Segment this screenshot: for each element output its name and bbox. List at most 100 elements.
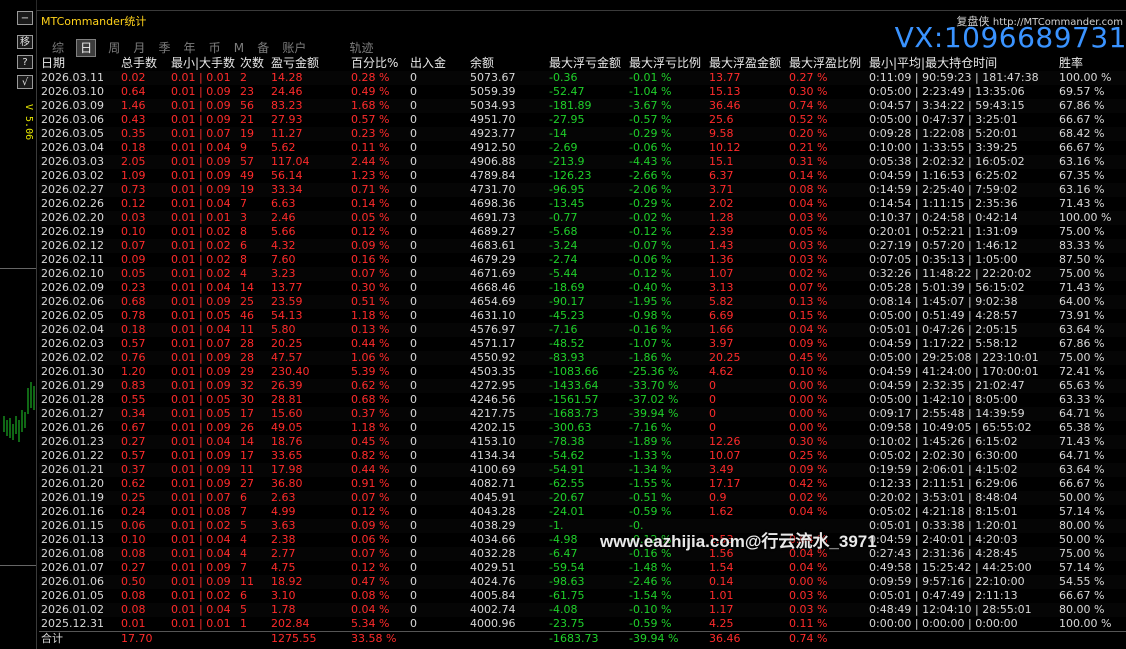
table-row[interactable]: 2026.02.11 0.09 0.01 | 0.02 8 7.60 0.16 % 0 467… — [39, 253, 1126, 267]
table-row[interactable]: 2026.01.20 0.62 0.01 | 0.09 27 36.80 0.91 % 0 4… — [39, 477, 1126, 491]
table-row[interactable]: 2026.02.09 0.23 0.01 | 0.04 14 13.77 0.30 % 0 4… — [39, 281, 1126, 295]
table-cell: -0.07 % — [627, 239, 707, 253]
table-row[interactable]: 2026.02.03 0.57 0.01 | 0.07 28 20.25 0.44 % 0 4… — [39, 337, 1126, 351]
tab-year[interactable]: 年 — [183, 40, 197, 56]
col-max-float-profit[interactable]: 最大浮盈金额 — [707, 55, 787, 71]
table-cell: 0.00 % — [787, 379, 867, 393]
table-cell: 2026.01.02 — [39, 603, 119, 617]
table-cell: 0.14 % — [789, 169, 828, 182]
table-row[interactable]: 2026.01.15 0.06 0.01 | 0.02 5 3.63 0.09 % 0 403… — [39, 519, 1126, 533]
col-balance[interactable]: 余额 — [468, 55, 547, 71]
table-row[interactable]: 2026.01.30 1.20 0.01 | 0.09 29 230.40 5.39 % 0… — [39, 365, 1126, 379]
col-percent[interactable]: 百分比% — [349, 55, 408, 71]
col-win-rate[interactable]: 胜率 — [1057, 55, 1126, 71]
table-row[interactable]: 2026.03.05 0.35 0.01 | 0.07 19 11.27 0.23 % 0 4… — [39, 127, 1126, 141]
table-row[interactable]: 2026.01.07 0.27 0.01 | 0.09 7 4.75 0.12 % 0 402… — [39, 561, 1126, 575]
table-cell: 0.74 % — [787, 631, 867, 646]
table-cell: 11 — [238, 463, 269, 477]
table-row[interactable]: 2026.01.19 0.25 0.01 | 0.07 6 2.63 0.07 % 0 404… — [39, 491, 1126, 505]
tab-week[interactable]: 周 — [107, 40, 121, 56]
table-cell: 28 — [238, 351, 269, 365]
table-cell: 2026.02.11 — [41, 253, 104, 266]
table-cell: -1083.66 — [549, 365, 599, 378]
table-row[interactable]: 2026.01.28 0.55 0.01 | 0.05 30 28.81 0.68 % 0 4… — [39, 393, 1126, 407]
table-cell: 202.84 — [271, 617, 310, 630]
col-profit[interactable]: 盈亏金额 — [269, 55, 349, 71]
help-button[interactable]: ? — [17, 55, 33, 69]
table-row[interactable]: 2026.01.13 0.10 0.01 | 0.04 4 2.38 0.06 % 0 403… — [39, 533, 1126, 547]
table-cell: -2.74 — [549, 253, 578, 266]
table-cell: 1.20 — [121, 365, 146, 378]
table-row[interactable]: 2026.03.02 1.09 0.01 | 0.09 49 56.14 1.23 % 0 4… — [39, 169, 1126, 183]
table-row[interactable]: 2026.02.05 0.78 0.01 | 0.05 46 54.13 1.18 % 0 4… — [39, 309, 1126, 323]
table-cell: -1683.73 — [547, 631, 627, 646]
table-cell: 0.50 — [119, 575, 169, 589]
table-row[interactable]: 2026.03.10 0.64 0.01 | 0.09 23 24.46 0.49 % 0 5… — [39, 85, 1126, 99]
table-cell: 0:09:59 | 9:57:16 | 22:10:00 — [867, 575, 1057, 589]
col-deposit[interactable]: 出入金 — [408, 55, 468, 71]
table-cell: 3.10 — [271, 589, 296, 602]
col-count[interactable]: 次数 — [238, 55, 269, 71]
table-cell: 0.01 | 0.04 — [169, 323, 238, 337]
table-row[interactable]: 2026.01.16 0.24 0.01 | 0.08 7 4.99 0.12 % 0 404… — [39, 505, 1126, 519]
table-row[interactable]: 2026.02.19 0.10 0.01 | 0.02 8 5.66 0.12 % 0 468… — [39, 225, 1126, 239]
total-row[interactable]: 合计 17.70 1275.55 33.58 % -1683.73 -39.94 % 36.… — [39, 631, 1126, 646]
table-cell: 2026.01.13 — [41, 533, 104, 546]
table-row[interactable]: 2026.01.26 0.67 0.01 | 0.09 26 49.05 1.18 % 0 4… — [39, 421, 1126, 435]
table-cell: -1.55 % — [629, 477, 672, 490]
table-cell: 0 — [408, 379, 468, 393]
table-cell: 0.01 | 0.07 — [169, 127, 238, 141]
table-row[interactable]: 2026.03.09 1.46 0.01 | 0.09 56 83.23 1.68 % 0 5… — [39, 99, 1126, 113]
table-cell: 4683.61 — [468, 239, 547, 253]
table-cell: 46 — [240, 309, 254, 322]
table-row[interactable]: 2026.02.27 0.73 0.01 | 0.09 19 33.34 0.71 % 0 4… — [39, 183, 1126, 197]
tab-month[interactable]: 月 — [132, 40, 146, 56]
table-row[interactable]: 2026.01.23 0.27 0.01 | 0.04 14 18.76 0.45 % 0 4… — [39, 435, 1126, 449]
col-date[interactable]: 日期 — [39, 55, 119, 71]
table-row[interactable]: 2026.01.29 0.83 0.01 | 0.09 32 26.39 0.62 % 0 4… — [39, 379, 1126, 393]
tab-magic[interactable]: M — [233, 40, 245, 56]
table-row[interactable]: 2026.02.12 0.07 0.01 | 0.02 6 4.32 0.09 % 0 468… — [39, 239, 1126, 253]
table-row[interactable]: 2026.01.02 0.08 0.01 | 0.04 5 1.78 0.04 % 0 400… — [39, 603, 1126, 617]
tab-quarter[interactable]: 季 — [157, 40, 171, 56]
table-row[interactable]: 2026.01.06 0.50 0.01 | 0.09 11 18.92 0.47 % 0 4… — [39, 575, 1126, 589]
table-row[interactable]: 2026.01.22 0.57 0.01 | 0.09 17 33.65 0.82 % 0 4… — [39, 449, 1126, 463]
table-cell: 2.77 — [269, 547, 349, 561]
col-max-float-profit-pct[interactable]: 最大浮盈比例 — [787, 55, 867, 71]
table-row[interactable]: 2026.03.11 0.02 0.01 | 0.01 2 14.28 0.28 % 0 50… — [39, 71, 1126, 85]
table-row[interactable]: 2026.03.04 0.18 0.01 | 0.04 9 5.62 0.11 % 0 491… — [39, 141, 1126, 155]
table-row[interactable]: 2026.01.05 0.08 0.01 | 0.02 6 3.10 0.08 % 0 400… — [39, 589, 1126, 603]
table-row[interactable]: 2025.12.31 0.01 0.01 | 0.01 1 202.84 5.34 % 0 4… — [39, 617, 1126, 632]
table-cell: 8 — [240, 253, 247, 266]
table-cell: 0.35 — [119, 127, 169, 141]
tab-account[interactable]: 账户 — [281, 40, 307, 56]
table-row[interactable]: 2026.02.02 0.76 0.01 | 0.09 28 47.57 1.06 % 0 4… — [39, 351, 1126, 365]
table-row[interactable]: 2026.01.27 0.34 0.01 | 0.05 17 15.60 0.37 % 0 4… — [39, 407, 1126, 421]
tab-overview[interactable]: 综 — [51, 40, 65, 56]
table-row[interactable]: 2026.02.26 0.12 0.01 | 0.04 7 6.63 0.14 % 0 469… — [39, 197, 1126, 211]
table-row[interactable]: 2026.03.06 0.43 0.01 | 0.09 21 27.93 0.57 % 0 4… — [39, 113, 1126, 127]
table-row[interactable]: 2026.02.10 0.05 0.01 | 0.02 4 3.23 0.07 % 0 467… — [39, 267, 1126, 281]
table-row[interactable]: 2026.02.04 0.18 0.01 | 0.04 11 5.80 0.13 % 0 45… — [39, 323, 1126, 337]
table-row[interactable]: 2026.03.03 2.05 0.01 | 0.09 57 117.04 2.44 % 0… — [39, 155, 1126, 169]
col-hold-time[interactable]: 最小|平均|最大持仓时间 — [867, 55, 1057, 71]
table-cell: -0.98 % — [629, 309, 672, 322]
col-total-lots[interactable]: 总手数 — [119, 55, 169, 71]
minimize-button[interactable]: − — [17, 11, 33, 25]
table-row[interactable]: 2026.01.21 0.37 0.01 | 0.09 11 17.98 0.44 % 0 4… — [39, 463, 1126, 477]
table-row[interactable]: 2026.02.06 0.68 0.01 | 0.09 25 23.59 0.51 % 0 4… — [39, 295, 1126, 309]
table-cell: 0 — [408, 575, 468, 589]
table-cell: 0.73 — [119, 183, 169, 197]
table-cell: 75.00 % — [1059, 225, 1105, 238]
tab-track[interactable]: 轨迹 — [348, 40, 374, 56]
table-cell: 24.46 — [271, 85, 303, 98]
table-row[interactable]: 2026.02.20 0.03 0.01 | 0.01 3 2.46 0.05 % 0 469… — [39, 211, 1126, 225]
col-max-float-loss[interactable]: 最大浮亏金额 — [547, 55, 627, 71]
move-button[interactable]: 移 — [17, 35, 33, 49]
check-button[interactable]: √ — [17, 75, 33, 89]
table-row[interactable]: 2026.01.08 0.08 0.01 | 0.04 4 2.77 0.07 % 0 403… — [39, 547, 1126, 561]
tab-currency[interactable]: 币 — [208, 40, 222, 56]
col-min-max-lots[interactable]: 最小|大手数 — [169, 55, 238, 71]
col-max-float-loss-pct[interactable]: 最大浮亏比例 — [627, 55, 707, 71]
tab-notes[interactable]: 备 — [256, 40, 270, 56]
